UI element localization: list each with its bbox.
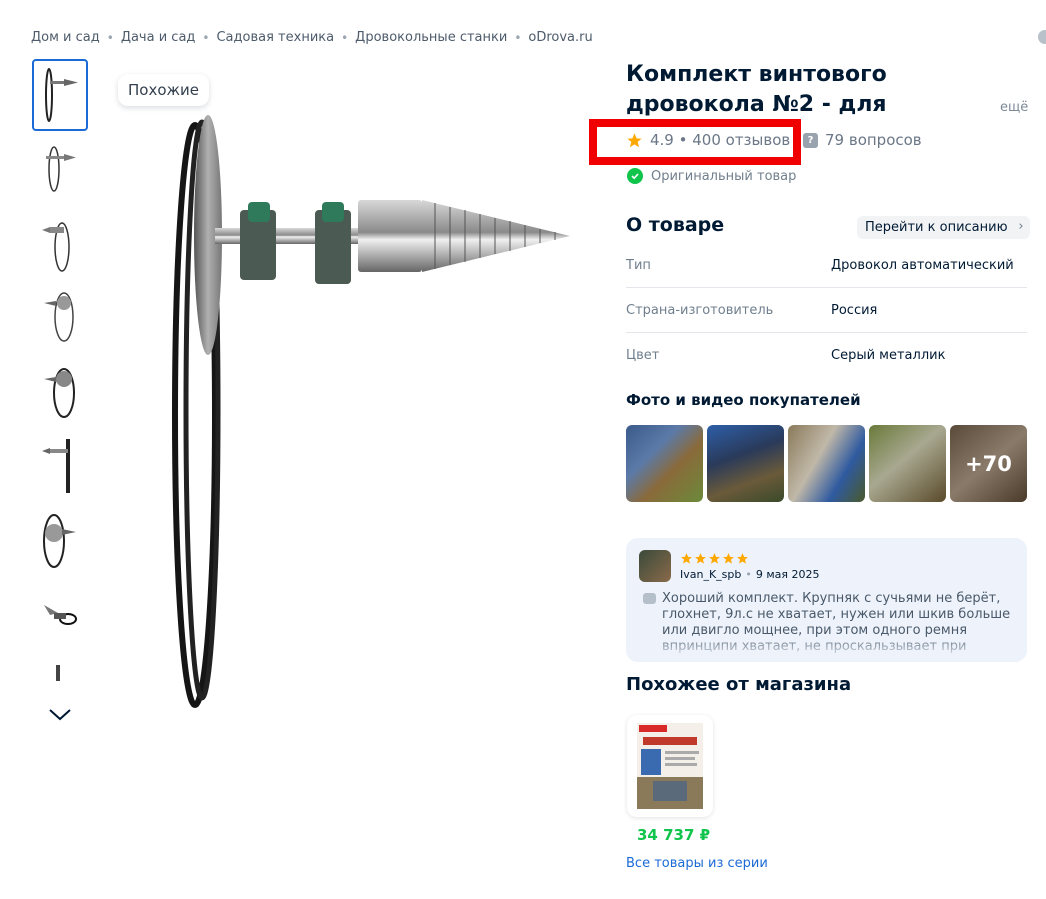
star-icon xyxy=(723,553,734,564)
breadcrumb-item[interactable]: Дровокольные станки xyxy=(355,30,507,45)
spec-key: Цвет xyxy=(626,348,660,363)
goto-description-button[interactable]: Перейти к описанию › xyxy=(857,216,1030,239)
all-series-link[interactable]: Все товары из серии xyxy=(626,856,768,871)
product-title: Комплект винтового дровокола №2 - для мо… xyxy=(626,62,887,117)
thumbnail[interactable] xyxy=(32,355,88,427)
original-product-badge: Оригинальный товар xyxy=(627,168,796,184)
similar-products-button[interactable]: Похожие xyxy=(118,74,210,106)
customer-photo[interactable] xyxy=(707,425,784,502)
breadcrumb-item[interactable]: Садовая техника xyxy=(216,30,334,45)
similar-from-shop-title: Похожее от магазина xyxy=(626,674,852,695)
similar-product-image xyxy=(637,723,703,809)
chat-icon[interactable] xyxy=(1038,30,1046,44)
spec-row: Цвет Серый металлик xyxy=(626,333,1027,378)
check-icon xyxy=(627,168,643,184)
similar-product-price[interactable]: 34 737 ₽ xyxy=(637,826,710,844)
thumbnail[interactable] xyxy=(32,281,88,353)
review-author: Ivan_K_spb xyxy=(680,568,742,581)
thumbnail-list xyxy=(32,59,88,683)
thumbnail[interactable] xyxy=(32,577,88,649)
breadcrumb-separator: • xyxy=(341,30,349,45)
thumbnail[interactable] xyxy=(32,133,88,205)
customer-photo[interactable] xyxy=(788,425,865,502)
review-meta: Ivan_K_spb • 9 мая 2025 xyxy=(680,568,820,581)
star-icon xyxy=(695,553,706,564)
spec-row: Страна-изготовитель Россия xyxy=(626,288,1027,333)
similar-product-card[interactable] xyxy=(627,715,713,817)
separator: • xyxy=(745,568,752,581)
title-fade xyxy=(955,92,995,122)
spec-table: Тип Дровокол автоматический Страна-изгот… xyxy=(626,243,1027,378)
breadcrumb-item[interactable]: Дача и сад xyxy=(121,30,196,45)
spec-row: Тип Дровокол автоматический xyxy=(626,243,1027,288)
breadcrumb-separator: • xyxy=(106,30,114,45)
comment-icon xyxy=(643,593,656,604)
thumbnail[interactable] xyxy=(32,207,88,279)
photos-more-count: +70 xyxy=(965,451,1012,476)
original-label: Оригинальный товар xyxy=(651,168,797,184)
highlight-annotation xyxy=(589,119,801,165)
breadcrumb-item[interactable]: Дом и сад xyxy=(31,30,100,45)
breadcrumb-separator: • xyxy=(514,30,522,45)
avatar xyxy=(639,550,671,582)
spec-value: Дровокол автоматический xyxy=(831,257,1014,273)
customer-photos-more[interactable]: +70 xyxy=(950,425,1027,502)
question-icon: ? xyxy=(803,132,818,148)
title-more-link[interactable]: ещё xyxy=(1000,100,1028,115)
about-title: О товаре xyxy=(626,214,725,236)
star-icon xyxy=(709,553,720,564)
thumbnail[interactable] xyxy=(32,429,88,501)
questions-link[interactable]: ? 79 вопросов xyxy=(803,131,922,149)
review-card[interactable]: Ivan_K_spb • 9 мая 2025 Хороший комплект… xyxy=(626,538,1027,662)
spec-key: Тип xyxy=(626,257,651,273)
chevron-down-icon[interactable] xyxy=(46,703,74,725)
review-fade xyxy=(626,634,1027,662)
spec-key: Страна-изготовитель xyxy=(626,302,774,318)
star-icon xyxy=(737,553,748,564)
breadcrumb-item-brand[interactable]: oDrova.ru xyxy=(528,30,592,45)
thumbnail[interactable] xyxy=(32,651,88,681)
customer-photo[interactable] xyxy=(869,425,946,502)
spec-value: Серый металлик xyxy=(831,348,946,363)
thumbnail[interactable] xyxy=(32,59,88,131)
customer-photos: +70 xyxy=(626,425,1027,502)
thumbnail[interactable] xyxy=(32,503,88,575)
chevron-right-icon: › xyxy=(1018,219,1024,234)
spec-value: Россия xyxy=(831,302,878,318)
star-icon xyxy=(681,553,692,564)
review-date: 9 мая 2025 xyxy=(755,568,820,581)
review-stars xyxy=(680,552,749,565)
breadcrumb: Дом и сад • Дача и сад • Садовая техника… xyxy=(31,30,593,45)
breadcrumb-separator: • xyxy=(202,30,210,45)
questions-text: 79 вопросов xyxy=(825,131,922,149)
goto-description-label: Перейти к описанию xyxy=(865,220,1008,235)
product-image[interactable] xyxy=(100,60,600,720)
customer-photo[interactable] xyxy=(626,425,703,502)
customer-photos-title: Фото и видео покупателей xyxy=(626,391,861,409)
